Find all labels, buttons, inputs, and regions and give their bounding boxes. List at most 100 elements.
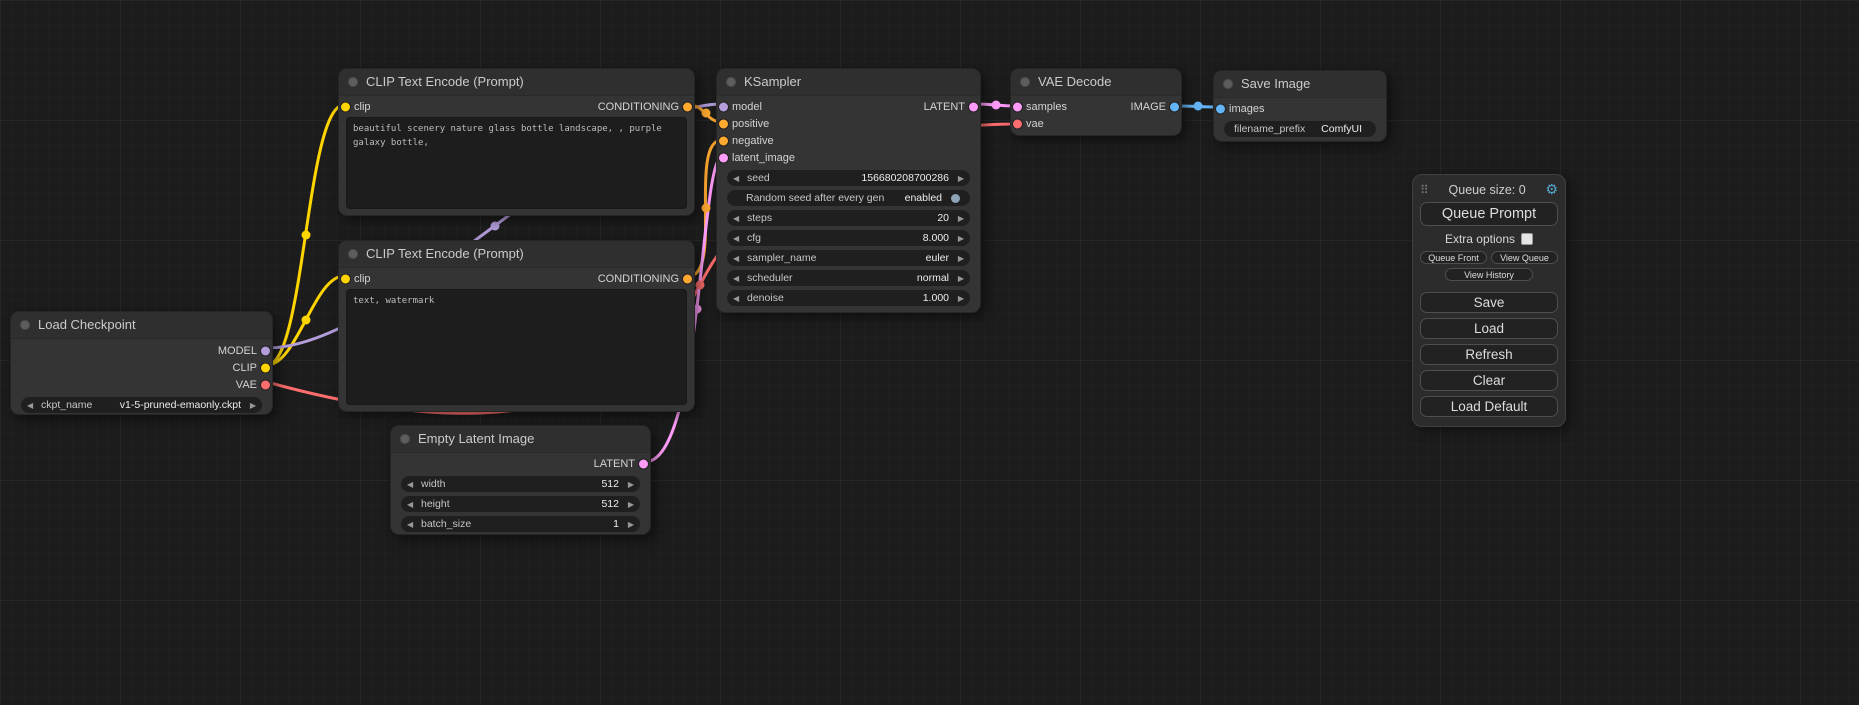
node-title-bar[interactable]: VAE Decode — [1011, 69, 1181, 96]
filename-prefix-widget[interactable]: filename_prefix ComfyUI — [1224, 121, 1376, 137]
width-widget[interactable]: ◀ width 512 ▶ — [401, 476, 640, 492]
vae-input-port[interactable] — [1013, 119, 1022, 128]
random-seed-toggle-widget[interactable]: Random seed after every gen enabled — [727, 190, 970, 206]
load-default-button[interactable]: Load Default — [1420, 396, 1558, 417]
node-load-checkpoint[interactable]: Load Checkpoint MODEL CLIP VAE ◀ ckpt_na… — [10, 311, 273, 415]
widget-increment-icon[interactable]: ▶ — [245, 401, 256, 410]
latent-output-label: LATENT — [594, 458, 635, 470]
widget-decrement-icon[interactable]: ◀ — [27, 401, 38, 410]
widget-increment-icon[interactable]: ▶ — [953, 294, 964, 303]
cfg-widget[interactable]: ◀ cfg 8.000 ▶ — [727, 230, 970, 246]
latent-output-port[interactable] — [969, 102, 978, 111]
node-clip-text-encode-negative[interactable]: CLIP Text Encode (Prompt) clip CONDITION… — [338, 240, 695, 412]
widget-value: 1 — [471, 518, 619, 530]
clip-input-label: clip — [354, 273, 371, 285]
settings-gear-icon[interactable]: ⚙ — [1545, 181, 1558, 198]
widget-increment-icon[interactable]: ▶ — [953, 214, 964, 223]
widget-decrement-icon[interactable]: ◀ — [733, 174, 744, 183]
model-input-port[interactable] — [719, 102, 728, 111]
node-clip-text-encode-positive[interactable]: CLIP Text Encode (Prompt) clip CONDITION… — [338, 68, 695, 216]
widget-increment-icon[interactable]: ▶ — [953, 274, 964, 283]
widget-decrement-icon[interactable]: ◀ — [407, 520, 418, 529]
negative-input-port[interactable] — [719, 136, 728, 145]
height-widget[interactable]: ◀ height 512 ▶ — [401, 496, 640, 512]
denoise-widget[interactable]: ◀ denoise 1.000 ▶ — [727, 290, 970, 306]
widget-increment-icon[interactable]: ▶ — [953, 254, 964, 263]
batch-size-widget[interactable]: ◀ batch_size 1 ▶ — [401, 516, 640, 532]
widget-increment-icon[interactable]: ▶ — [623, 480, 634, 489]
extra-options-checkbox[interactable] — [1521, 233, 1533, 245]
collapse-dot[interactable] — [1223, 79, 1233, 89]
toggle-indicator[interactable] — [951, 194, 960, 203]
vae-output-port[interactable] — [261, 380, 270, 389]
latent-output-port[interactable] — [639, 459, 648, 468]
collapse-dot[interactable] — [348, 77, 358, 87]
widget-decrement-icon[interactable]: ◀ — [733, 254, 744, 263]
widget-value: 8.000 — [761, 232, 949, 244]
widget-increment-icon[interactable]: ▶ — [623, 520, 634, 529]
drag-handle-icon[interactable]: ⠿ — [1420, 183, 1429, 197]
node-title-bar[interactable]: CLIP Text Encode (Prompt) — [339, 241, 694, 268]
collapse-dot[interactable] — [400, 434, 410, 444]
node-title: KSampler — [744, 74, 801, 89]
model-output-port[interactable] — [261, 346, 270, 355]
clip-input-port[interactable] — [341, 274, 350, 283]
widget-value: normal — [793, 272, 949, 284]
node-title-bar[interactable]: KSampler — [717, 69, 980, 96]
collapse-dot[interactable] — [20, 320, 30, 330]
widget-decrement-icon[interactable]: ◀ — [733, 214, 744, 223]
ckpt-name-widget[interactable]: ◀ ckpt_name v1-5-pruned-emaonly.ckpt ▶ — [21, 397, 262, 413]
node-save-image[interactable]: Save Image images filename_prefix ComfyU… — [1213, 70, 1387, 142]
node-title-bar[interactable]: Empty Latent Image — [391, 426, 650, 453]
image-output-port[interactable] — [1170, 102, 1179, 111]
collapse-dot[interactable] — [348, 249, 358, 259]
widget-decrement-icon[interactable]: ◀ — [407, 500, 418, 509]
widget-value: 512 — [446, 478, 619, 490]
clip-input-port[interactable] — [341, 102, 350, 111]
collapse-dot[interactable] — [1020, 77, 1030, 87]
positive-prompt-textarea[interactable]: beautiful scenery nature glass bottle la… — [346, 117, 687, 209]
queue-prompt-button[interactable]: Queue Prompt — [1420, 202, 1558, 226]
positive-input-port[interactable] — [719, 119, 728, 128]
widget-increment-icon[interactable]: ▶ — [953, 234, 964, 243]
latent-image-input-port[interactable] — [719, 153, 728, 162]
node-title-bar[interactable]: CLIP Text Encode (Prompt) — [339, 69, 694, 96]
negative-prompt-textarea[interactable]: text, watermark — [346, 289, 687, 405]
seed-widget[interactable]: ◀ seed 156680208700286 ▶ — [727, 170, 970, 186]
node-title: Load Checkpoint — [38, 317, 136, 332]
save-button[interactable]: Save — [1420, 292, 1558, 313]
model-input-label: model — [732, 101, 762, 113]
widget-decrement-icon[interactable]: ◀ — [733, 234, 744, 243]
node-title: VAE Decode — [1038, 74, 1111, 89]
node-graph-canvas[interactable]: Load Checkpoint MODEL CLIP VAE ◀ ckpt_na… — [0, 0, 1859, 705]
view-queue-button[interactable]: View Queue — [1491, 251, 1558, 264]
conditioning-output-port[interactable] — [683, 102, 692, 111]
widget-decrement-icon[interactable]: ◀ — [733, 294, 744, 303]
image-output-label: IMAGE — [1131, 101, 1166, 113]
widget-decrement-icon[interactable]: ◀ — [733, 274, 744, 283]
node-ksampler[interactable]: KSampler model LATENT positive negative … — [716, 68, 981, 313]
sampler-name-widget[interactable]: ◀ sampler_name euler ▶ — [727, 250, 970, 266]
samples-input-port[interactable] — [1013, 102, 1022, 111]
clip-output-port[interactable] — [261, 363, 270, 372]
widget-value: 1.000 — [784, 292, 949, 304]
view-history-button[interactable]: View History — [1445, 268, 1533, 281]
queue-front-button[interactable]: Queue Front — [1420, 251, 1487, 264]
load-button[interactable]: Load — [1420, 318, 1558, 339]
link-dot — [702, 204, 711, 213]
conditioning-output-port[interactable] — [683, 274, 692, 283]
scheduler-widget[interactable]: ◀ scheduler normal ▶ — [727, 270, 970, 286]
refresh-button[interactable]: Refresh — [1420, 344, 1558, 365]
clear-button[interactable]: Clear — [1420, 370, 1558, 391]
collapse-dot[interactable] — [726, 77, 736, 87]
node-empty-latent-image[interactable]: Empty Latent Image LATENT ◀ width 512 ▶ … — [390, 425, 651, 535]
node-vae-decode[interactable]: VAE Decode samples IMAGE vae — [1010, 68, 1182, 136]
steps-widget[interactable]: ◀ steps 20 ▶ — [727, 210, 970, 226]
node-title-bar[interactable]: Save Image — [1214, 71, 1386, 98]
clip-input-label: clip — [354, 101, 371, 113]
widget-increment-icon[interactable]: ▶ — [623, 500, 634, 509]
node-title-bar[interactable]: Load Checkpoint — [11, 312, 272, 339]
widget-increment-icon[interactable]: ▶ — [953, 174, 964, 183]
widget-decrement-icon[interactable]: ◀ — [407, 480, 418, 489]
images-input-port[interactable] — [1216, 104, 1225, 113]
